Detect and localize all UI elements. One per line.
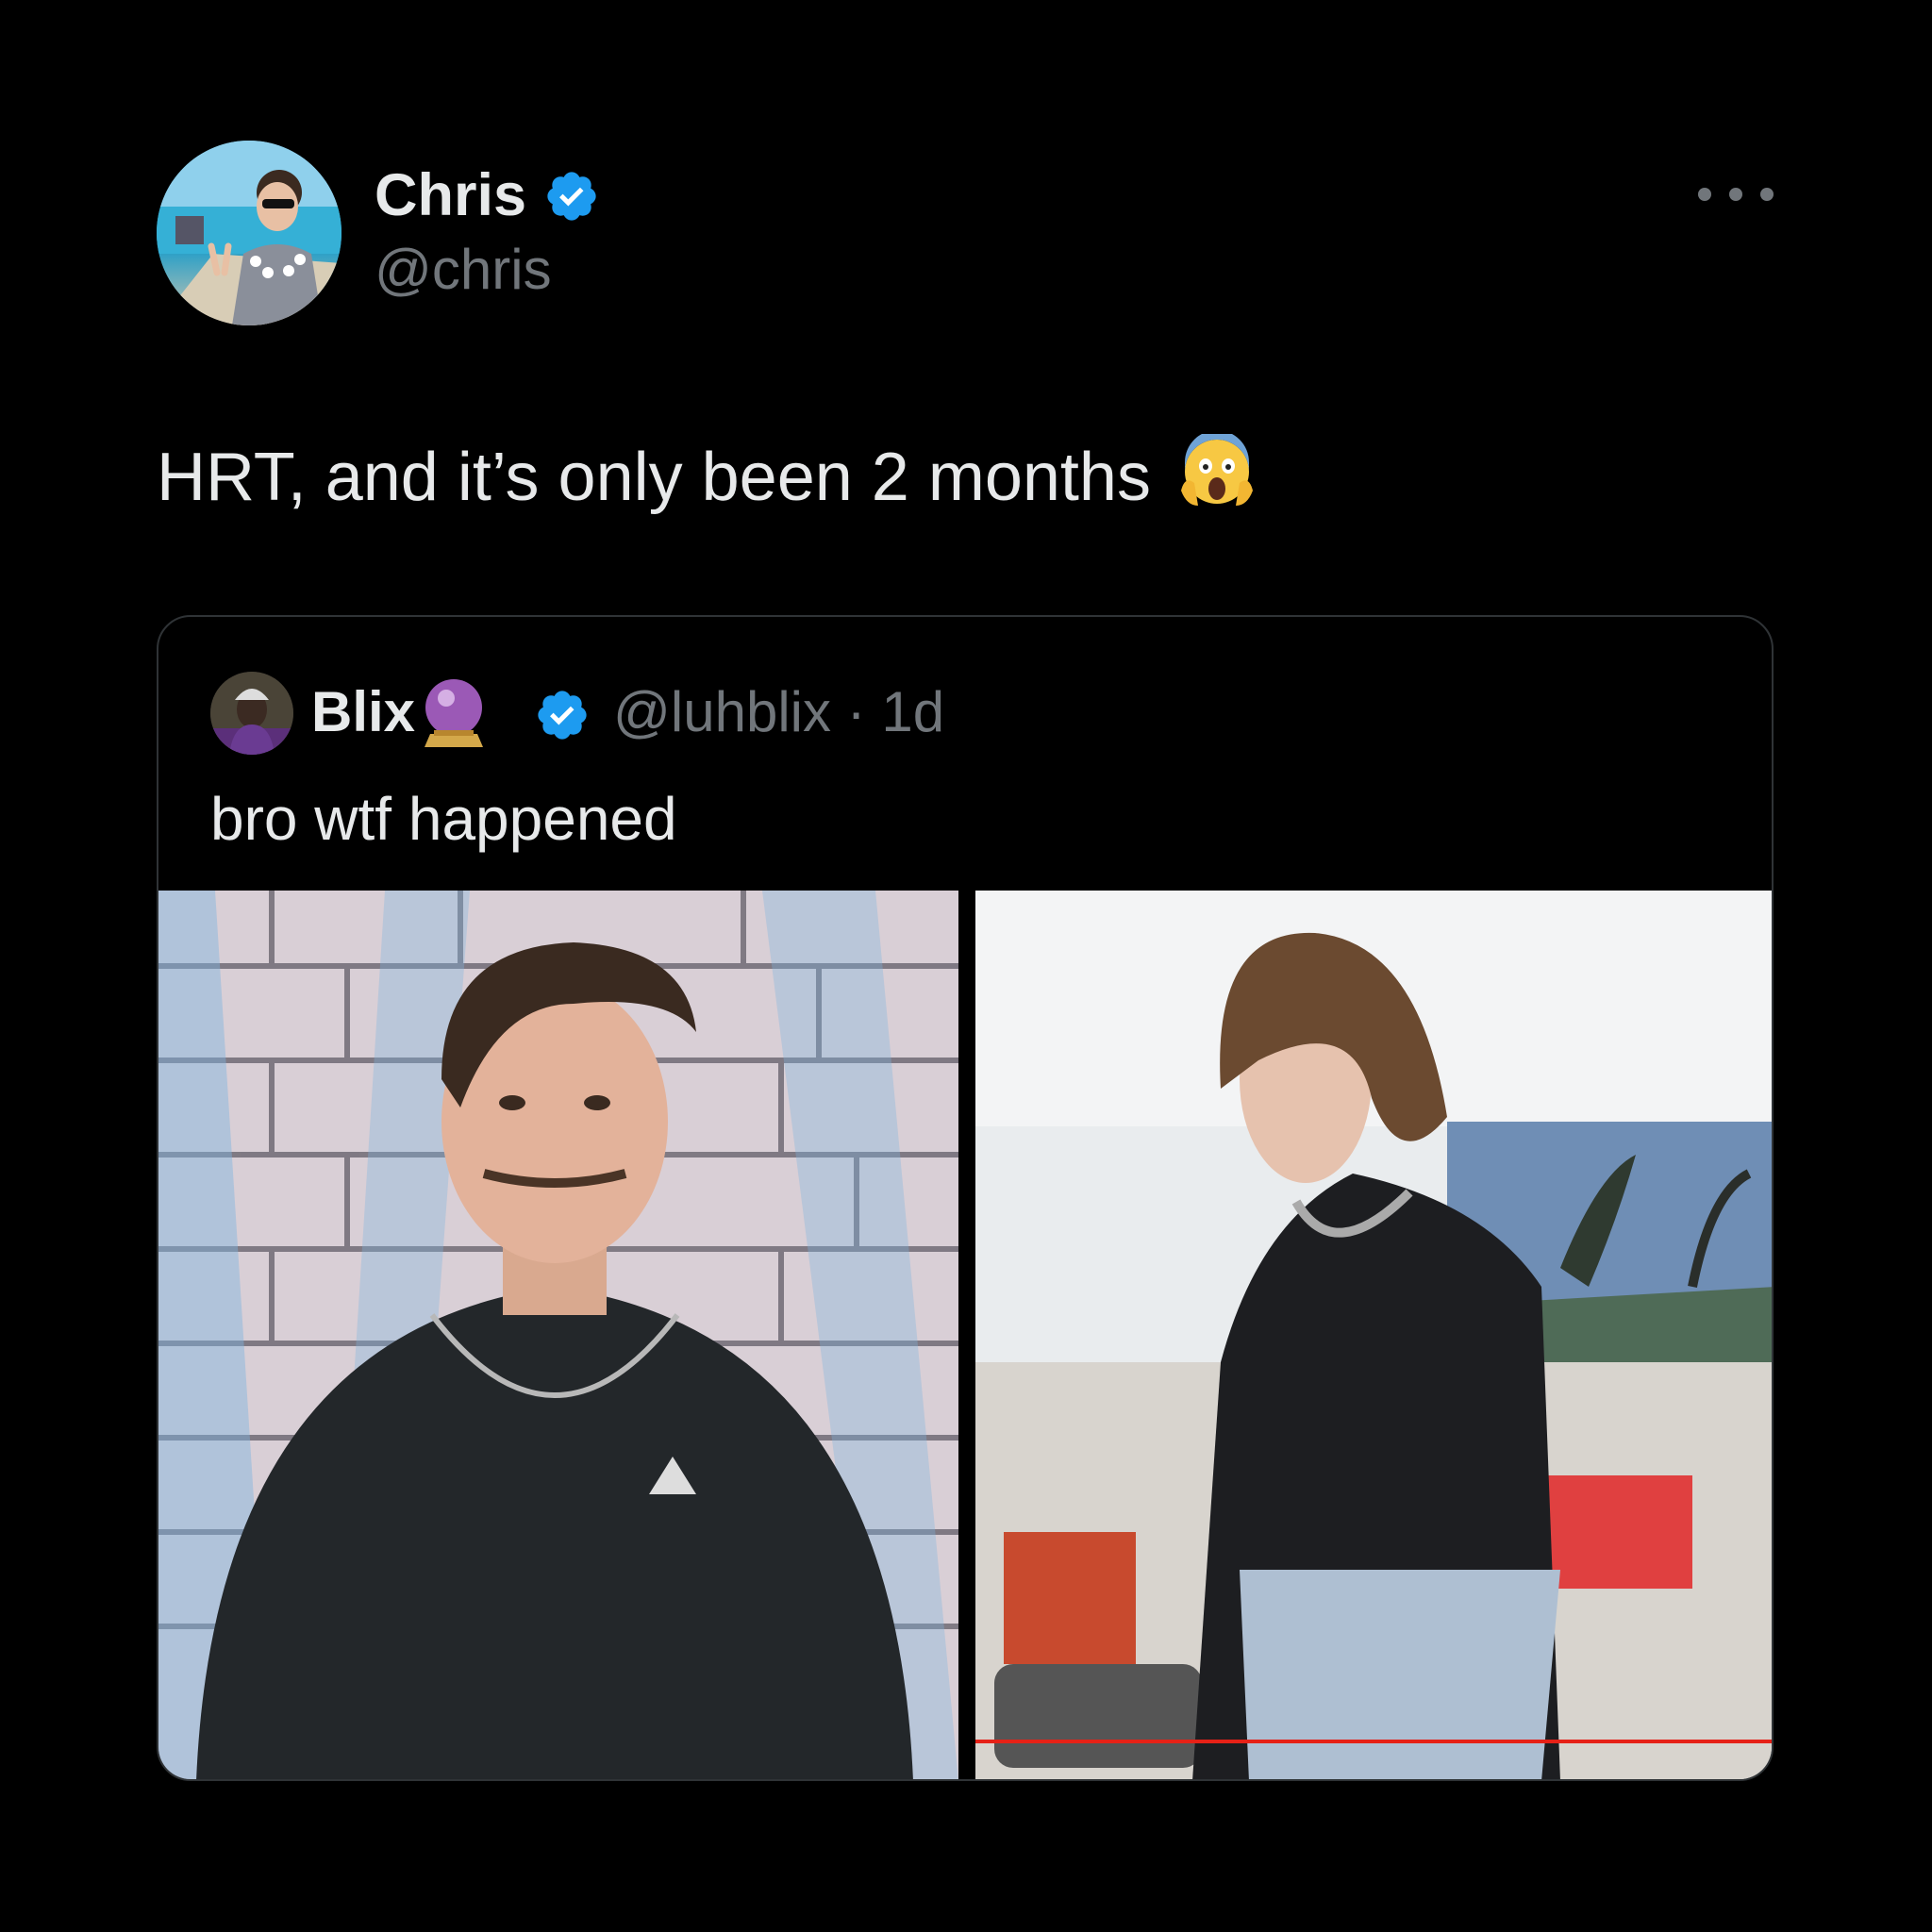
screaming-face-icon (1180, 434, 1253, 506)
author-name[interactable]: Chris (375, 162, 526, 228)
tweet: Chris @chris HRT, and it’s only been 2 m… (0, 0, 1932, 1932)
dot-icon (1729, 188, 1742, 201)
verified-badge-icon (547, 172, 596, 221)
author-avatar[interactable] (157, 141, 341, 325)
quoted-author-handle[interactable]: @luhblix · 1d (613, 679, 944, 745)
photo-right[interactable] (975, 891, 1772, 1779)
quoted-author-avatar[interactable] (210, 672, 293, 755)
tweet-text: HRT, and it’s only been 2 months (157, 434, 1257, 518)
quoted-tweet[interactable]: Blix @luhblix · 1d bro wtf happened (157, 615, 1774, 1781)
more-options-button[interactable] (1698, 175, 1774, 213)
verified-badge-icon (538, 691, 587, 740)
dot-icon (1760, 188, 1774, 201)
author-handle[interactable]: @chris (375, 239, 552, 301)
quoted-tweet-text: bro wtf happened (210, 785, 677, 853)
quoted-author-name[interactable]: Blix (311, 679, 415, 745)
tweet-text-body: HRT, and it’s only been 2 months (157, 440, 1151, 515)
dot-icon (1698, 188, 1711, 201)
crystal-ball-icon (425, 679, 483, 747)
photo-left[interactable] (158, 891, 958, 1779)
